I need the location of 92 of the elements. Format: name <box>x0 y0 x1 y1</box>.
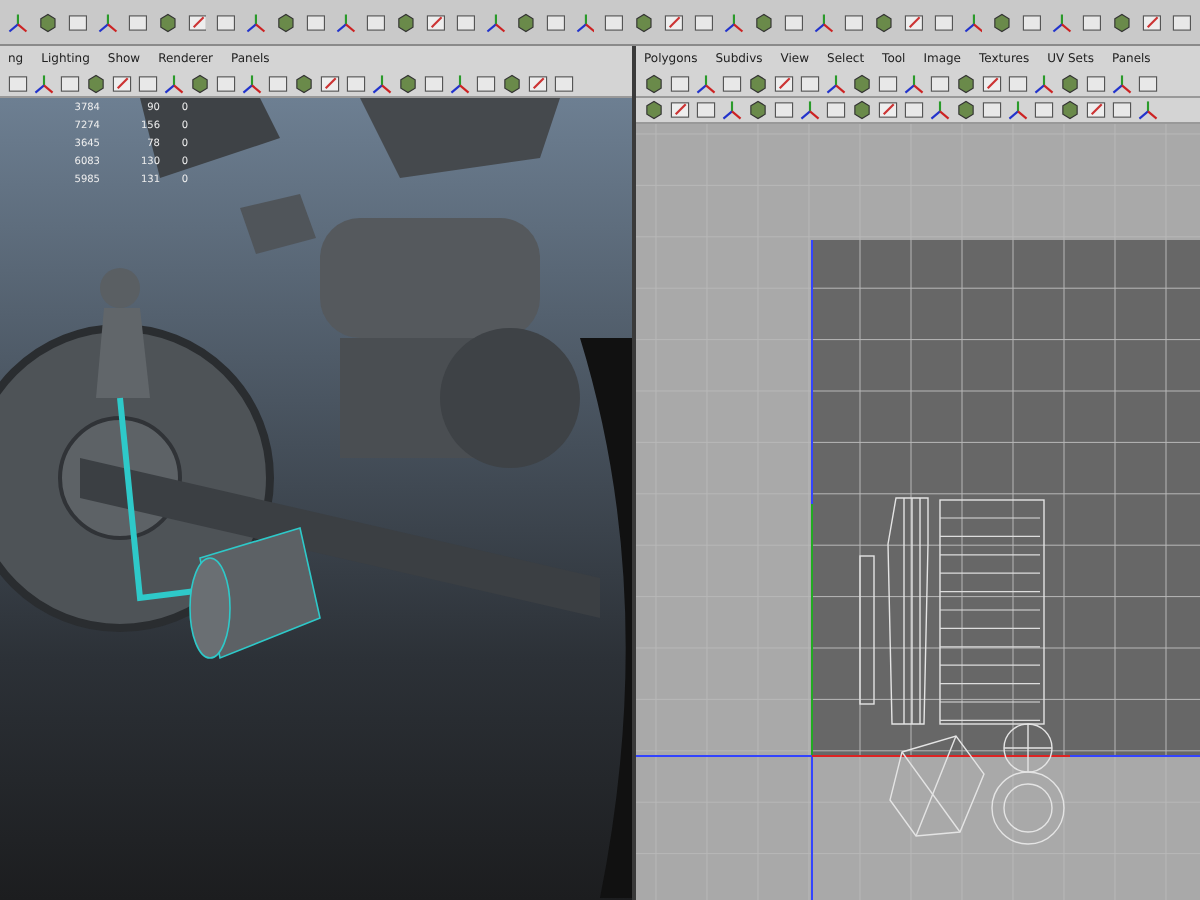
square-icon[interactable] <box>366 9 386 35</box>
square-icon[interactable] <box>216 74 236 94</box>
axes-icon[interactable] <box>34 74 54 94</box>
square-icon[interactable] <box>930 74 950 94</box>
axes-icon[interactable] <box>1112 74 1132 94</box>
cube-icon[interactable] <box>37 9 58 35</box>
axes-icon[interactable] <box>1034 74 1054 94</box>
axes-icon[interactable] <box>8 9 28 35</box>
pencil-icon[interactable] <box>425 9 446 35</box>
square-icon[interactable] <box>774 100 794 120</box>
square-icon[interactable] <box>904 100 924 120</box>
axes-icon[interactable] <box>372 74 392 94</box>
axes-icon[interactable] <box>246 9 267 35</box>
square-icon[interactable] <box>722 74 742 94</box>
square-icon[interactable] <box>1034 100 1054 120</box>
square-icon[interactable] <box>1082 9 1103 35</box>
square-icon[interactable] <box>60 74 80 94</box>
cube-icon[interactable] <box>1112 9 1133 35</box>
axes-icon[interactable] <box>722 100 742 120</box>
axes-icon[interactable] <box>575 9 595 35</box>
square-icon[interactable] <box>1171 9 1192 35</box>
square-icon[interactable] <box>554 74 574 94</box>
square-icon[interactable] <box>1008 74 1028 94</box>
square-icon[interactable] <box>67 9 88 35</box>
axes-icon[interactable] <box>485 9 506 35</box>
square-icon[interactable] <box>826 100 846 120</box>
square-icon[interactable] <box>346 74 366 94</box>
pencil-icon[interactable] <box>982 74 1002 94</box>
cube-icon[interactable] <box>502 74 522 94</box>
square-icon[interactable] <box>783 9 804 35</box>
square-icon[interactable] <box>545 9 566 35</box>
axes-icon[interactable] <box>813 9 834 35</box>
axes-icon[interactable] <box>826 74 846 94</box>
pencil-icon[interactable] <box>187 9 207 35</box>
square-icon[interactable] <box>306 9 327 35</box>
square-icon[interactable] <box>138 74 158 94</box>
cube-icon[interactable] <box>873 9 894 35</box>
cube-icon[interactable] <box>294 74 314 94</box>
pencil-icon[interactable] <box>1142 9 1162 35</box>
cube-icon[interactable] <box>398 74 418 94</box>
axes-icon[interactable] <box>724 9 745 35</box>
square-icon[interactable] <box>455 9 476 35</box>
pencil-icon[interactable] <box>903 9 924 35</box>
square-icon[interactable] <box>476 74 496 94</box>
axes-icon[interactable] <box>1008 100 1028 120</box>
axes-icon[interactable] <box>97 9 118 35</box>
square-icon[interactable] <box>1086 74 1106 94</box>
axes-icon[interactable] <box>904 74 924 94</box>
pencil-icon[interactable] <box>664 9 685 35</box>
pencil-icon[interactable] <box>878 100 898 120</box>
cube-icon[interactable] <box>634 9 655 35</box>
cube-icon[interactable] <box>190 74 210 94</box>
pencil-icon[interactable] <box>774 74 794 94</box>
cube-icon[interactable] <box>276 9 297 35</box>
cube-icon[interactable] <box>86 74 106 94</box>
square-icon[interactable] <box>127 9 148 35</box>
square-icon[interactable] <box>268 74 288 94</box>
axes-icon[interactable] <box>1138 100 1158 120</box>
square-icon[interactable] <box>8 74 28 94</box>
axes-icon[interactable] <box>1052 9 1073 35</box>
square-icon[interactable] <box>800 74 820 94</box>
pencil-icon[interactable] <box>670 100 690 120</box>
square-icon[interactable] <box>694 9 715 35</box>
pencil-icon[interactable] <box>528 74 548 94</box>
square-icon[interactable] <box>604 9 625 35</box>
axes-icon[interactable] <box>800 100 820 120</box>
square-icon[interactable] <box>878 74 898 94</box>
axes-icon[interactable] <box>930 100 950 120</box>
square-icon[interactable] <box>982 100 1002 120</box>
cube-icon[interactable] <box>395 9 416 35</box>
pencil-icon[interactable] <box>1086 100 1106 120</box>
square-icon[interactable] <box>1138 74 1158 94</box>
square-icon[interactable] <box>216 9 237 35</box>
pencil-icon[interactable] <box>320 74 340 94</box>
axes-icon[interactable] <box>164 74 184 94</box>
cube-icon[interactable] <box>754 9 774 35</box>
square-icon[interactable] <box>424 74 444 94</box>
cube-icon[interactable] <box>157 9 178 35</box>
pencil-icon[interactable] <box>112 74 132 94</box>
cube-icon[interactable] <box>515 9 536 35</box>
square-icon[interactable] <box>670 74 690 94</box>
cube-icon[interactable] <box>992 9 1013 35</box>
square-icon[interactable] <box>1022 9 1043 35</box>
axes-icon[interactable] <box>696 74 716 94</box>
axes-icon[interactable] <box>450 74 470 94</box>
square-icon[interactable] <box>843 9 864 35</box>
square-icon[interactable] <box>933 9 953 35</box>
axes-icon[interactable] <box>242 74 262 94</box>
axes-icon[interactable] <box>963 9 983 35</box>
axes-icon[interactable] <box>336 9 357 35</box>
square-icon[interactable] <box>696 100 716 120</box>
square-icon[interactable] <box>1112 100 1132 120</box>
